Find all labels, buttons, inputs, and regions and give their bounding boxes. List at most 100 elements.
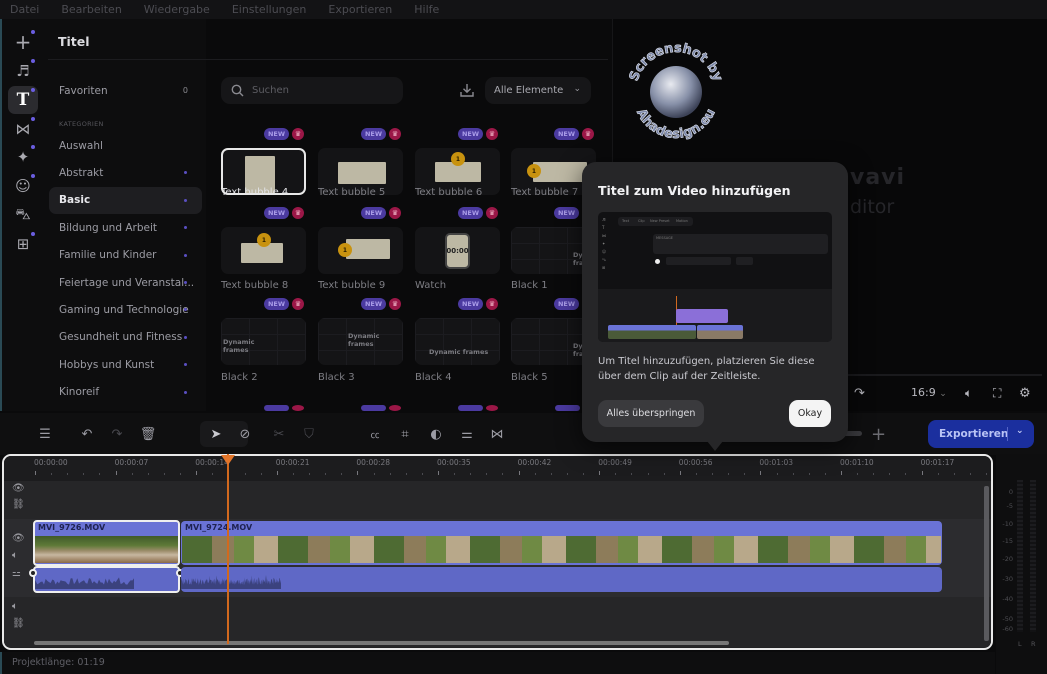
music-button[interactable]: ♬ xyxy=(8,57,38,85)
delete-icon[interactable]: 🗑︎ xyxy=(139,425,157,443)
titles-button[interactable]: T xyxy=(8,86,38,114)
category-item[interactable]: Auswahl xyxy=(49,132,202,159)
add-track-icon[interactable]: ☰ xyxy=(36,425,54,443)
zoom-in-icon[interactable]: + xyxy=(871,424,886,445)
stickers-button[interactable]: ☺ xyxy=(8,172,38,200)
tile-label[interactable]: Watch xyxy=(415,280,446,291)
playhead-handle[interactable] xyxy=(221,455,235,465)
category-item[interactable]: Feiertage und Veranstal... xyxy=(49,269,202,296)
ruler-minor-tick xyxy=(550,473,552,475)
category-label: Hobbys und Kunst xyxy=(59,358,155,371)
tile-label[interactable]: Black 4 xyxy=(415,372,452,383)
category-item[interactable]: Familie und Kinder xyxy=(49,242,202,269)
tile-label[interactable]: Black 3 xyxy=(318,372,355,383)
more-apps-button[interactable]: ⊞ xyxy=(8,230,38,258)
transition-icon[interactable]: ⋈ xyxy=(488,425,506,443)
download-icon[interactable] xyxy=(459,82,475,98)
adjust-sliders-icon[interactable]: ⚌ xyxy=(458,425,476,443)
eye-icon[interactable]: 👁︎ xyxy=(12,533,25,544)
export-button[interactable]: Exportieren ⌄ xyxy=(928,420,1034,448)
crop-icon[interactable]: ⌗ xyxy=(396,425,414,443)
audio-clip[interactable] xyxy=(181,567,942,592)
title-tile[interactable]: 1 xyxy=(221,227,306,274)
fullscreen-icon[interactable]: ⛶ xyxy=(993,386,1001,401)
category-item[interactable]: Gaming und Technologie xyxy=(49,296,202,323)
store-button[interactable]: ⛍ xyxy=(8,201,38,229)
redo-preview-icon[interactable]: ↷ xyxy=(854,386,865,401)
dialog-illustration: ♬ T ⋈ ✦ ☺ ⛍ ⊞ Text Clip New Preset Motion MESS… xyxy=(598,212,832,342)
category-item[interactable]: Bildung und Arbeit xyxy=(49,214,202,241)
category-item[interactable]: Basic xyxy=(49,186,202,214)
chevron-down-icon[interactable]: ⌄ xyxy=(1016,426,1024,436)
ruler-minor-tick xyxy=(147,473,149,475)
tile-label[interactable]: Black 1 xyxy=(511,280,548,291)
new-badge: NEW xyxy=(554,207,579,219)
search-icon xyxy=(231,84,244,97)
title-tile[interactable]: Dynamic frames xyxy=(415,318,500,365)
video-clip[interactable]: MVI_9724.MOV xyxy=(181,521,942,565)
meter-left xyxy=(1017,480,1023,632)
ruler-minor-tick xyxy=(325,473,327,475)
trim-handle-left[interactable] xyxy=(29,569,37,577)
link-icon[interactable]: ⛓︎ xyxy=(12,499,25,510)
transitions-button[interactable]: ⋈ xyxy=(8,115,38,143)
title-tile[interactable]: 1 xyxy=(318,227,403,274)
ruler-minor-tick xyxy=(502,473,504,475)
tile-label[interactable]: Text bubble 8 xyxy=(221,280,288,291)
okay-button[interactable]: Okay xyxy=(789,400,831,427)
time-ruler[interactable]: 00:00:00 00:00:07 00:00:14 00:00:21 00:00:28… xyxy=(4,456,991,481)
tile-label[interactable]: Text bubble 5 xyxy=(318,187,385,198)
tile-label[interactable]: Text bubble 9 xyxy=(318,280,385,291)
export-label: Exportieren xyxy=(939,428,1009,440)
category-item[interactable]: Abstrakt xyxy=(49,159,202,186)
ruler-minor-tick xyxy=(373,473,375,475)
select-cursor-icon[interactable]: ➤ xyxy=(207,425,225,443)
category-item[interactable]: Hobbys und Kunst xyxy=(49,351,202,378)
speaker-icon[interactable]: 🔈︎ xyxy=(12,601,18,612)
title-tile[interactable]: Dynamic frames xyxy=(318,318,403,365)
vertical-scrollbar[interactable] xyxy=(984,486,989,641)
tile-label[interactable]: Text bubble 6 xyxy=(415,187,482,198)
cut-icon[interactable]: ✂ xyxy=(270,425,288,443)
menu-einstellungen[interactable]: Einstellungen xyxy=(232,3,307,16)
menu-bearbeiten[interactable]: Bearbeiten xyxy=(61,3,121,16)
skip-all-button[interactable]: Alles überspringen xyxy=(598,400,704,427)
volume-icon[interactable]: 🔈︎ xyxy=(965,386,972,401)
redo-icon[interactable]: ↷ xyxy=(108,425,126,443)
effects-button[interactable]: ✦ xyxy=(8,143,38,171)
shield-icon[interactable]: ⛉ xyxy=(300,425,318,443)
settings-gear-icon[interactable]: ⚙ xyxy=(1019,386,1031,401)
eye-icon[interactable]: 👁︎ xyxy=(12,483,25,494)
category-item[interactable]: Kinoreif xyxy=(49,379,202,406)
marker-icon[interactable]: ⊘ xyxy=(236,425,254,443)
playhead-line[interactable] xyxy=(227,454,229,644)
title-tile[interactable]: 00:00 xyxy=(415,227,500,274)
color-icon[interactable]: ◐ xyxy=(427,425,445,443)
category-label: Basic xyxy=(59,194,91,207)
horizontal-scrollbar[interactable] xyxy=(34,641,729,645)
favorites-item[interactable]: Favoriten 0 xyxy=(49,77,202,104)
aspect-ratio-dropdown[interactable]: 16:9 ⌄ xyxy=(911,386,947,399)
timeline[interactable]: 00:00:00 00:00:07 00:00:14 00:00:21 00:00:28… xyxy=(2,454,993,650)
menu-hilfe[interactable]: Hilfe xyxy=(414,3,439,16)
speaker-icon[interactable]: 🔈︎ xyxy=(12,550,18,561)
search-input[interactable]: Suchen xyxy=(221,77,403,104)
premium-crown-icon xyxy=(389,405,401,411)
captions-icon[interactable]: ㏄ xyxy=(366,425,384,443)
ruler-major-tick xyxy=(679,471,681,475)
add-media-button[interactable]: + xyxy=(8,28,38,56)
audio-detach-icon[interactable]: ⚍ xyxy=(12,568,21,579)
category-item[interactable]: Gesundheit und Fitness xyxy=(49,324,202,351)
dialog-title: Titel zum Video hinzufügen xyxy=(598,183,791,198)
menu-exportieren[interactable]: Exportieren xyxy=(328,3,392,16)
menu-datei[interactable]: Datei xyxy=(10,3,39,16)
unlink-icon[interactable]: ⛓︎ xyxy=(12,618,25,629)
tile-label[interactable]: Black 5 xyxy=(511,372,548,383)
title-tile[interactable]: Dynamic frames xyxy=(221,318,306,365)
filter-dropdown[interactable]: Alle Elemente ⌄ xyxy=(485,77,591,104)
menu-wiedergabe[interactable]: Wiedergabe xyxy=(144,3,210,16)
ruler-minor-tick xyxy=(405,473,407,475)
undo-icon[interactable]: ↶ xyxy=(78,425,96,443)
tile-label[interactable]: Text bubble 7 xyxy=(511,187,578,198)
tile-label[interactable]: Black 2 xyxy=(221,372,258,383)
